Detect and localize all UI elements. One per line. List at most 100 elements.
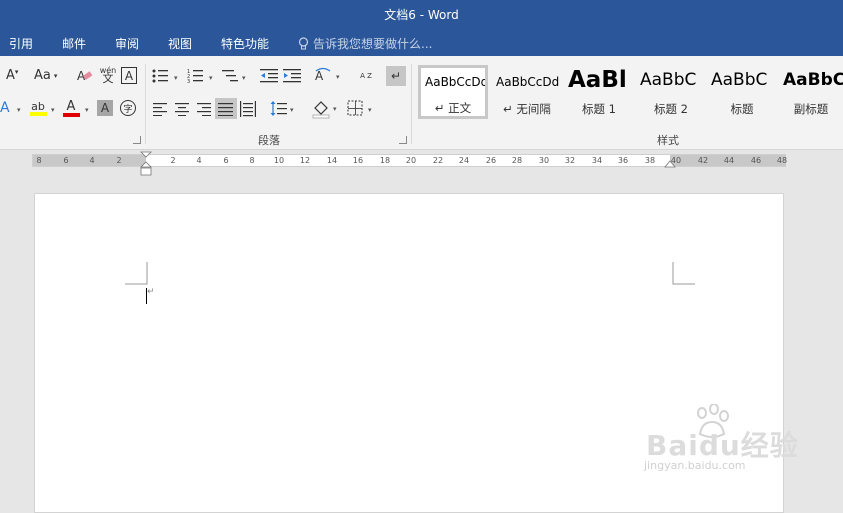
enclose-characters-button[interactable]: 字 xyxy=(120,100,136,116)
svg-text:3: 3 xyxy=(187,79,190,84)
show-hide-marks-button[interactable]: ↵ xyxy=(386,66,406,86)
title-bar: 文档6 - Word xyxy=(0,0,843,30)
change-case-button[interactable]: Aa ▾ xyxy=(34,68,57,83)
character-shading-button[interactable]: A xyxy=(97,100,113,116)
font-dialog-launcher-icon[interactable] xyxy=(133,136,141,144)
clear-formatting-icon[interactable]: A xyxy=(76,67,94,85)
paragraph-group-label: 段落 xyxy=(258,134,280,147)
text-effects-dropdown-icon[interactable]: ▾ xyxy=(17,106,21,114)
svg-text:▾: ▾ xyxy=(209,74,213,82)
ruler-number: 24 xyxy=(458,156,470,165)
text-effects-button[interactable]: A xyxy=(0,100,10,116)
baidu-watermark: Baidu经验 jingyan.baidu.com xyxy=(640,404,830,474)
lightbulb-icon xyxy=(298,36,309,49)
align-left-icon[interactable] xyxy=(153,102,169,116)
highlight-color-button[interactable]: ab xyxy=(29,98,47,118)
group-separator xyxy=(411,64,412,144)
font-color-label: A xyxy=(66,98,76,114)
paragraph-mark-icon: ↵ xyxy=(390,69,402,83)
bullets-icon[interactable]: ▾ xyxy=(152,68,184,84)
tab-special-features[interactable]: 特色功能 xyxy=(221,35,269,52)
ruler-number: 2 xyxy=(116,156,122,165)
tab-review[interactable]: 审阅 xyxy=(115,35,139,52)
phonetic-guide-button[interactable]: wén 文 xyxy=(99,65,117,85)
ruler-number: 42 xyxy=(697,156,709,165)
ruler-number: 4 xyxy=(89,156,95,165)
character-border-button[interactable]: A xyxy=(121,67,137,84)
chinese-layout-icon[interactable]: A ▾ xyxy=(314,67,344,85)
highlight-label: ab xyxy=(31,99,45,113)
ruler-number: 28 xyxy=(511,156,523,165)
svg-text:▾: ▾ xyxy=(333,105,337,113)
font-color-button[interactable]: A xyxy=(62,98,80,118)
style-name: 标题 xyxy=(730,102,754,116)
style-heading-1[interactable]: AaBl 标题 1 xyxy=(564,65,634,119)
justify-icon xyxy=(218,103,233,116)
distributed-icon[interactable] xyxy=(240,101,256,117)
watermark-brand: Baidu经验 xyxy=(646,429,799,462)
text-effects-label: A xyxy=(0,100,10,116)
style-subtitle[interactable]: AaBbC 副标题 xyxy=(779,65,843,119)
style-sample: AaBl xyxy=(568,67,627,93)
svg-text:▾: ▾ xyxy=(290,106,294,114)
ruler-number: 6 xyxy=(223,156,229,165)
shrink-font-button[interactable]: A ▾ xyxy=(6,68,18,84)
numbering-icon[interactable]: 123 ▾ xyxy=(187,68,219,84)
tell-me-search[interactable]: 告诉我您想要做什么... xyxy=(298,35,432,52)
ruler-number: 30 xyxy=(538,156,550,165)
style-name: 标题 1 xyxy=(582,102,616,116)
svg-text:▾: ▾ xyxy=(368,106,372,114)
tab-references[interactable]: 引用 xyxy=(9,35,33,52)
paragraph-dialog-launcher-icon[interactable] xyxy=(399,136,407,144)
enclose-characters-label: 字 xyxy=(123,104,133,115)
style-normal[interactable]: AaBbCcDd ↵ 正文 xyxy=(418,65,488,119)
right-indent-marker-icon[interactable] xyxy=(664,160,676,170)
sort-button[interactable]: A Z xyxy=(357,66,375,86)
tab-mailings[interactable]: 邮件 xyxy=(62,35,86,52)
decrease-indent-icon[interactable] xyxy=(260,68,280,84)
ruler-number: 4 xyxy=(196,156,202,165)
style-name: ↵ 正文 xyxy=(434,101,472,115)
svg-text:▾: ▾ xyxy=(242,74,246,82)
style-name: ↵ 无间隔 xyxy=(503,102,551,116)
ruler-number: 6 xyxy=(63,156,69,165)
style-sample: AaBbC xyxy=(711,70,768,90)
increase-indent-icon[interactable] xyxy=(283,68,303,84)
top-right-margin-mark xyxy=(672,262,695,285)
indent-markers-icon[interactable] xyxy=(140,151,152,177)
style-title[interactable]: AaBbC 标题 xyxy=(707,65,777,119)
ruler-number: 14 xyxy=(326,156,338,165)
line-spacing-icon[interactable]: ▾ xyxy=(270,100,298,118)
tab-view[interactable]: 视图 xyxy=(168,35,192,52)
highlight-dropdown-icon[interactable]: ▾ xyxy=(51,106,55,114)
ruler-number: 10 xyxy=(273,156,285,165)
align-right-icon[interactable] xyxy=(197,102,213,116)
style-no-spacing[interactable]: AaBbCcDd ↵ 无间隔 xyxy=(492,65,562,119)
styles-group-label: 样式 xyxy=(657,134,679,147)
character-shading-label: A xyxy=(100,101,110,115)
ribbon: A ▾ Aa ▾ A wén 文 A A ▾ ab ▾ A ▾ A 字 ▾ 1 2 3 ▾ … xyxy=(0,56,843,150)
ruler-number: 16 xyxy=(352,156,364,165)
ruler-number: 46 xyxy=(750,156,762,165)
ruler-number: 8 xyxy=(249,156,255,165)
shading-icon[interactable]: ▾ xyxy=(312,99,342,119)
change-case-label: Aa xyxy=(34,68,51,83)
borders-icon[interactable]: ▾ xyxy=(347,100,377,118)
shrink-font-label: A xyxy=(6,68,15,83)
ruler-number: 8 xyxy=(36,156,42,165)
style-heading-2[interactable]: AaBbC 标题 2 xyxy=(636,65,706,119)
style-name: 标题 2 xyxy=(654,102,688,116)
font-color-dropdown-icon[interactable]: ▾ xyxy=(85,106,89,114)
ruler-number: 48 xyxy=(776,156,788,165)
ruler-number: 36 xyxy=(617,156,629,165)
ruler-number: 2 xyxy=(170,156,176,165)
paragraph-mark: ↵ xyxy=(147,287,155,297)
ruler-number: 26 xyxy=(485,156,497,165)
watermark-url: jingyan.baidu.com xyxy=(644,459,746,472)
ruler-number: 32 xyxy=(564,156,576,165)
justify-button[interactable] xyxy=(215,98,237,119)
multilevel-list-icon[interactable]: ▾ xyxy=(222,68,254,84)
style-sample: AaBbCcDd xyxy=(496,75,560,89)
ruler-number: 34 xyxy=(591,156,603,165)
align-center-icon[interactable] xyxy=(175,102,191,116)
